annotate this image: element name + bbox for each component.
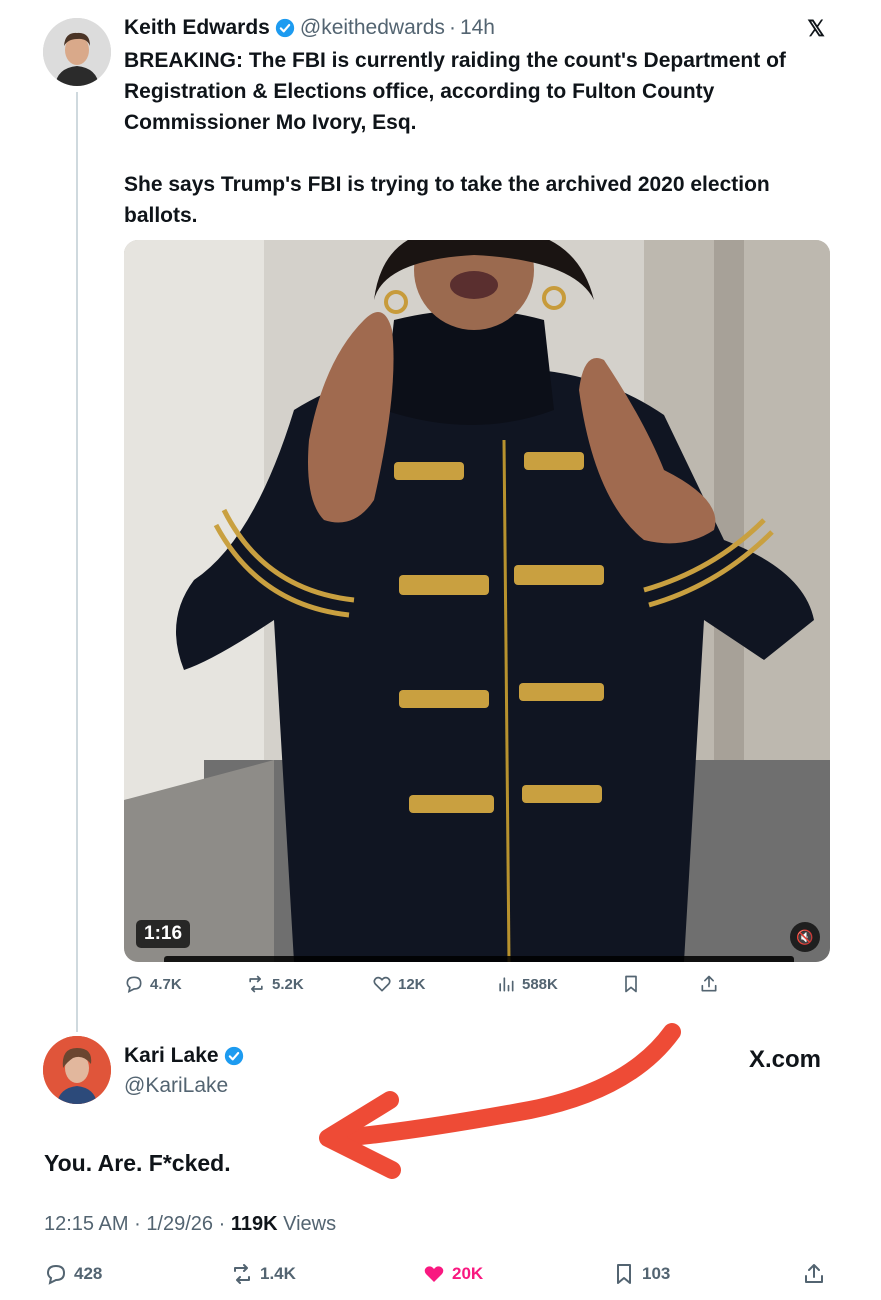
reply-button[interactable]: 428: [44, 1262, 102, 1286]
mute-toggle-icon[interactable]: 🔇: [790, 922, 820, 952]
repost-icon: [234, 1264, 250, 1284]
separator-dot: ·: [134, 1213, 141, 1235]
views-button[interactable]: 588K: [496, 974, 558, 994]
heart-icon: [373, 976, 391, 992]
post-date[interactable]: 1/29/26: [146, 1213, 213, 1235]
main-tweet-actions: 428 1.4K 20K 103: [44, 1262, 844, 1292]
verified-badge-icon: [275, 18, 295, 38]
main-tweet-header: Kari Lake @KariLake: [124, 1044, 244, 1098]
quoted-tweet-text: BREAKING: The FBI is currently raiding t…: [124, 45, 844, 231]
avatar-kari-lake[interactable]: [43, 1036, 111, 1104]
site-watermark: X.com: [748, 1046, 821, 1073]
verified-badge-icon: [224, 1046, 243, 1066]
thread-connector-line: [76, 92, 78, 1032]
reply-icon: [46, 1264, 66, 1285]
video-duration: 1:16: [136, 920, 191, 948]
bookmark-count: 103: [642, 1264, 671, 1283]
share-icon: [805, 1264, 823, 1283]
share-icon: [701, 975, 717, 992]
quoted-tweet-actions: 4.7K 5.2K 12K 588K: [124, 974, 724, 1002]
avatar-keith-edwards[interactable]: [43, 18, 111, 86]
repost-icon: [249, 975, 263, 993]
author-name-row: Kari Lake: [124, 1044, 244, 1068]
video-frame: [124, 240, 830, 962]
reply-icon: [126, 976, 142, 994]
repost-count: 1.4K: [260, 1264, 296, 1283]
reply-count: 428: [74, 1264, 103, 1283]
bookmark-button[interactable]: 103: [612, 1262, 670, 1286]
like-count: 12K: [398, 975, 426, 993]
separator-dot: ·: [448, 16, 456, 39]
views-count: 119K: [230, 1213, 278, 1235]
video-player[interactable]: 1:16 🔇: [124, 240, 830, 962]
like-count: 20K: [452, 1264, 484, 1283]
repost-button[interactable]: 5.2K: [246, 974, 304, 994]
repost-button[interactable]: 1.4K: [230, 1262, 296, 1286]
post-time[interactable]: 14h: [460, 16, 495, 40]
views-label: Views: [283, 1213, 337, 1235]
share-button[interactable]: [699, 974, 719, 994]
bookmark-icon: [617, 1264, 631, 1284]
separator-dot: ·: [218, 1213, 226, 1235]
author-handle[interactable]: @KariLake: [124, 1074, 244, 1098]
share-button[interactable]: [802, 1262, 826, 1286]
like-button[interactable]: 20K: [422, 1262, 483, 1286]
bookmark-button[interactable]: [621, 974, 641, 994]
quoted-tweet-header: Keith Edwards @keithedwards · 14h: [124, 14, 841, 42]
heart-filled-icon: [424, 1266, 444, 1282]
post-time[interactable]: 12:15 AM: [44, 1213, 129, 1235]
tweet-paragraph: BREAKING: The FBI is currently raiding t…: [124, 49, 786, 134]
views-chart-icon: [499, 977, 514, 992]
red-arrow-annotation: [319, 1023, 681, 1179]
reply-button[interactable]: 4.7K: [124, 974, 182, 994]
author-name[interactable]: Keith Edwards: [124, 16, 270, 40]
author-handle[interactable]: @keithedwards: [300, 16, 445, 40]
repost-count: 5.2K: [272, 975, 304, 993]
tweet-paragraph: She says Trump's FBI is trying to take t…: [124, 173, 770, 227]
reply-count: 4.7K: [150, 975, 182, 993]
author-name[interactable]: Kari Lake: [124, 1044, 219, 1068]
x-logo-icon[interactable]: 𝕏: [807, 16, 825, 42]
tweet-metadata: 12:15 AM · 1/29/26 · 119K Views: [44, 1213, 336, 1236]
video-progress-bar[interactable]: [164, 956, 794, 962]
main-tweet-text: You. Are. F*cked.: [44, 1150, 231, 1176]
like-button[interactable]: 12K: [372, 974, 426, 994]
views-count: 588K: [522, 975, 558, 993]
bookmark-icon: [625, 975, 637, 993]
